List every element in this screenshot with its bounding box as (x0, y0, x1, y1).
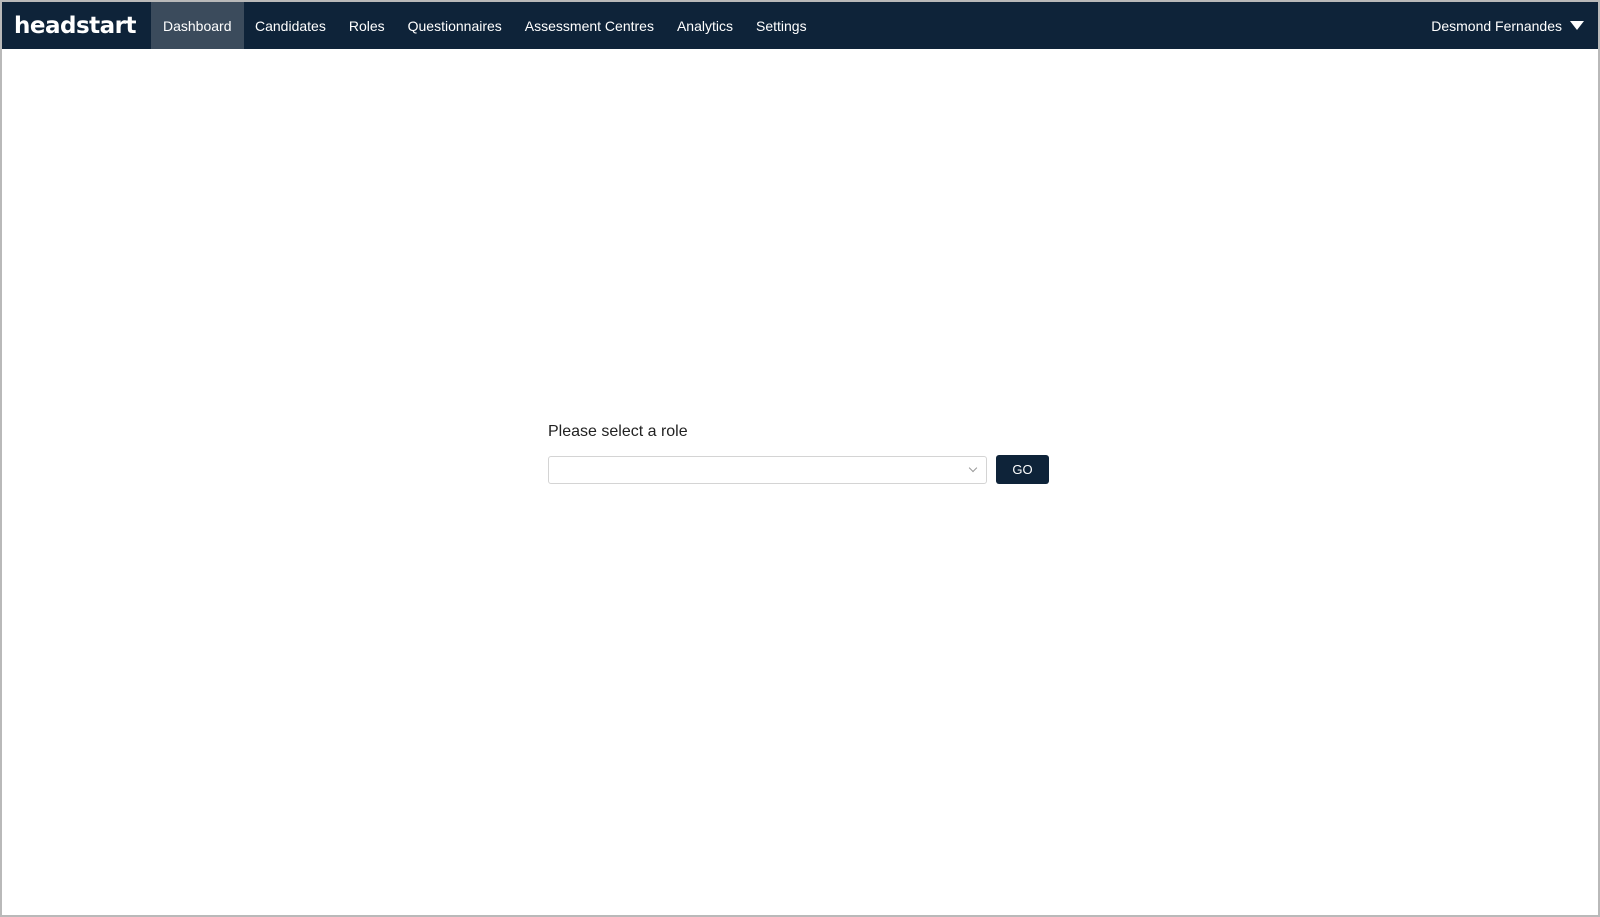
nav-item-settings[interactable]: Settings (745, 2, 819, 49)
user-menu[interactable]: Desmond Fernandes (1431, 2, 1584, 49)
nav-item-assessment-centres[interactable]: Assessment Centres (513, 2, 665, 49)
go-button[interactable]: GO (996, 455, 1049, 484)
top-navbar: headstart Dashboard Candidates Roles Que… (2, 2, 1598, 49)
app-window: headstart Dashboard Candidates Roles Que… (0, 0, 1600, 917)
nav-item-dashboard[interactable]: Dashboard (151, 2, 244, 49)
nav-item-analytics[interactable]: Analytics (665, 2, 744, 49)
caret-down-icon (1570, 21, 1584, 30)
nav-item-roles[interactable]: Roles (337, 2, 396, 49)
main-nav: Dashboard Candidates Roles Questionnaire… (151, 2, 818, 49)
role-select-dropdown[interactable] (548, 455, 987, 484)
user-name: Desmond Fernandes (1431, 17, 1562, 34)
role-select-row: GO (548, 455, 1058, 484)
role-selector-panel: Please select a role GO (548, 420, 1058, 484)
chevron-down-icon (968, 463, 978, 472)
nav-item-questionnaires[interactable]: Questionnaires (396, 2, 513, 49)
role-select-label: Please select a role (548, 423, 688, 440)
nav-item-candidates[interactable]: Candidates (244, 2, 338, 49)
brand-logo[interactable]: headstart (2, 2, 151, 49)
